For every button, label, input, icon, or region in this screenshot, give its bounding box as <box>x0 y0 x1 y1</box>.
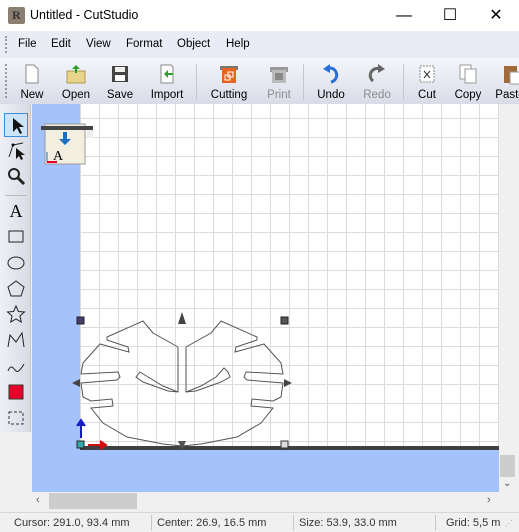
floppy-disk-icon <box>112 66 128 82</box>
tool-palette: A <box>0 104 31 432</box>
dashed-rectangle-icon <box>8 411 24 425</box>
star-tool[interactable] <box>4 303 28 327</box>
import-icon <box>160 64 174 84</box>
undo-icon <box>323 64 339 84</box>
polygon-tool[interactable] <box>4 277 28 301</box>
menu-file[interactable]: File <box>18 38 37 50</box>
new-document-icon <box>25 64 39 84</box>
title-bar: R Untitled - CutStudio — ☐ ✕ <box>0 0 519 31</box>
import-label: Import <box>150 89 184 101</box>
node-edit-icon <box>8 142 25 160</box>
horizontal-scroll-thumb[interactable] <box>49 493 137 509</box>
printer-icon <box>270 67 288 83</box>
text-tool[interactable]: A <box>4 199 28 223</box>
cutting-button[interactable]: Cutting <box>207 60 251 102</box>
zoom-tool[interactable] <box>4 165 28 189</box>
resize-grip-icon[interactable]: ⋰ <box>505 519 513 528</box>
arrow-pointer-icon <box>13 118 24 134</box>
fill-color-icon <box>8 384 24 400</box>
copy-icon <box>459 64 477 84</box>
window-title: Untitled - CutStudio <box>30 8 139 22</box>
fill-color-tool[interactable] <box>4 381 28 405</box>
status-divider <box>435 515 436 531</box>
vertical-scroll-thumb[interactable] <box>500 455 515 477</box>
origin-handle[interactable] <box>76 440 85 449</box>
menu-grip[interactable] <box>5 36 7 53</box>
scissors-icon <box>419 65 435 83</box>
curve-icon <box>7 363 25 372</box>
outline-tool[interactable] <box>4 407 28 431</box>
cursor-position: Cursor: 291.0, 93.4 mm <box>14 517 130 529</box>
maximize-button[interactable]: ☐ <box>427 0 473 31</box>
scroll-left-arrow-icon[interactable]: ‹ <box>36 494 40 506</box>
close-button[interactable]: ✕ <box>473 0 519 31</box>
menu-edit[interactable]: Edit <box>51 38 71 50</box>
minimize-button[interactable]: — <box>381 0 427 31</box>
menu-object[interactable]: Object <box>177 38 210 50</box>
horizontal-scrollbar[interactable]: ‹ › <box>32 492 499 510</box>
menu-format[interactable]: Format <box>126 38 162 50</box>
print-button[interactable]: Print <box>257 60 301 102</box>
node-edit-tool[interactable] <box>4 139 28 163</box>
polyline-icon <box>7 331 25 348</box>
status-bar: Cursor: 291.0, 93.4 mm Center: 26.9, 16.… <box>0 512 519 532</box>
drawing-canvas[interactable]: A <box>32 104 499 492</box>
status-divider <box>293 515 294 531</box>
menu-help[interactable]: Help <box>226 38 250 50</box>
ellipse-tool[interactable] <box>4 251 28 275</box>
rectangle-icon <box>8 230 24 243</box>
cutting-icon <box>220 66 238 83</box>
main-toolbar: New Open Save Import Cutting Print Undo … <box>0 58 519 104</box>
polyline-tool[interactable] <box>4 329 28 353</box>
import-button[interactable]: Import <box>145 60 189 102</box>
design-artwork[interactable] <box>32 104 499 492</box>
magnifier-icon <box>8 168 26 186</box>
rectangle-tool[interactable] <box>4 225 28 249</box>
paste-label: Paste <box>495 89 519 101</box>
app-icon: R <box>8 7 25 24</box>
resize-handle[interactable] <box>280 316 289 325</box>
star-icon <box>6 304 26 323</box>
menu-view[interactable]: View <box>86 38 111 50</box>
selection-size: Size: 53.9, 33.0 mm <box>299 517 397 529</box>
status-divider <box>151 515 152 531</box>
redo-icon <box>368 64 385 83</box>
paste-icon <box>504 66 519 85</box>
resize-handle[interactable] <box>284 379 292 387</box>
resize-handle[interactable] <box>76 316 85 325</box>
grid-size: Grid: 5,5 mm <box>446 517 501 529</box>
scroll-right-arrow-icon[interactable]: › <box>487 494 491 506</box>
y-axis-arrow-icon <box>76 418 86 438</box>
scroll-down-arrow-icon[interactable]: ⌄ <box>503 478 511 489</box>
open-folder-icon <box>66 65 86 84</box>
resize-handle[interactable] <box>178 312 186 324</box>
tool-divider <box>5 195 27 196</box>
redo-button[interactable]: Redo <box>355 60 399 102</box>
pentagon-icon <box>7 280 25 297</box>
curve-tool[interactable] <box>4 355 28 379</box>
select-tool[interactable] <box>4 113 28 137</box>
vertical-scrollbar[interactable]: ⌄ <box>499 104 517 492</box>
paste-button[interactable]: Paste <box>488 60 519 102</box>
resize-handle[interactable] <box>280 440 289 449</box>
selection-center: Center: 26.9, 16.5 mm <box>157 517 267 529</box>
ellipse-icon <box>7 256 25 270</box>
menu-bar: File Edit View Format Object Help <box>0 31 519 58</box>
x-axis-arrow-icon <box>88 440 108 450</box>
resize-handle[interactable] <box>72 379 80 387</box>
